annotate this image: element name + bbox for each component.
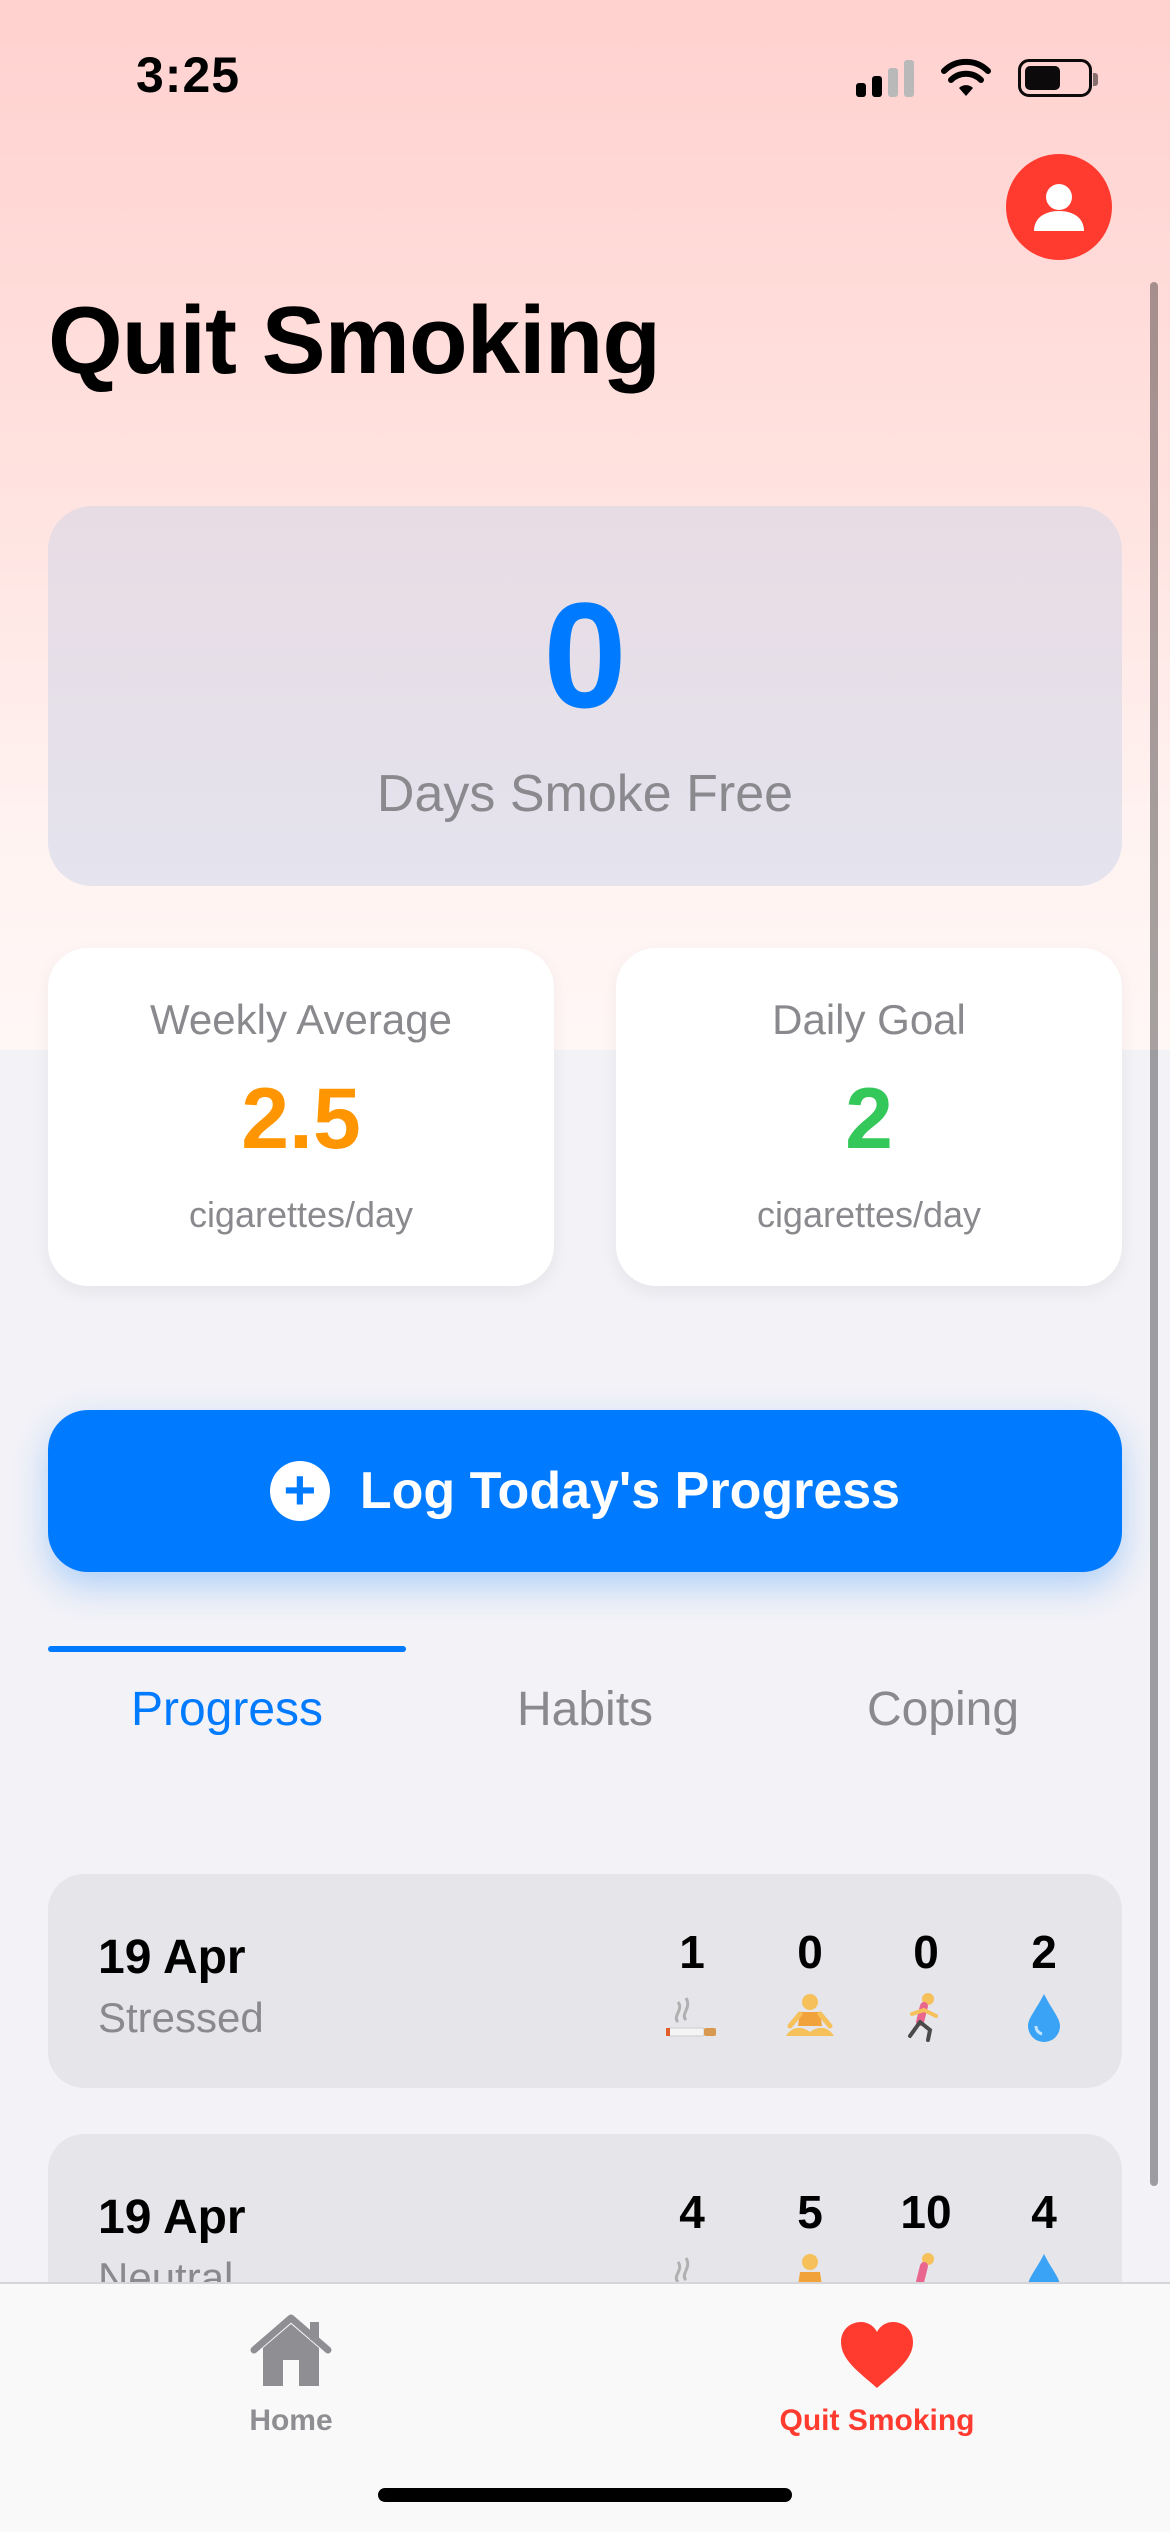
metric-value: 10 <box>900 2186 952 2238</box>
stat-title: Daily Goal <box>772 996 966 1043</box>
entry-date: 19 Apr <box>98 2191 246 2244</box>
heart-icon <box>727 2304 1027 2390</box>
tab-bar-home[interactable]: Home <box>141 2304 441 2438</box>
running-icon <box>886 1992 966 2044</box>
plus-circle-icon: + <box>269 1461 330 1521</box>
water-metric: 2 <box>1004 1926 1084 2044</box>
cigarette-icon <box>652 1992 732 2044</box>
exercise-metric: 0 <box>886 1926 966 2044</box>
cellular-signal-icon <box>856 59 914 97</box>
days-smoke-free-label: Days Smoke Free <box>376 765 794 823</box>
log-progress-button[interactable]: + Log Today's Progress <box>48 1410 1122 1572</box>
segment-tabs: Progress Habits Coping <box>48 1646 1122 1766</box>
daily-goal-card: Daily Goal 2 cigarettes/day <box>616 948 1122 1286</box>
quit-smoking-screen: 3:25 Quit Smoking 0 Days Smoke Free Week… <box>0 0 1170 2532</box>
home-indicator <box>378 2488 792 2502</box>
meditation-metric: 0 <box>770 1926 850 2044</box>
entry-date: 19 Apr <box>98 1931 246 1984</box>
metric-value: 4 <box>679 2186 705 2238</box>
stat-unit: cigarettes/day <box>188 1194 414 1235</box>
metric-value: 5 <box>797 2186 823 2238</box>
cigarettes-metric: 1 <box>652 1926 732 2044</box>
house-icon <box>141 2304 441 2390</box>
weekly-average-card: Weekly Average 2.5 cigarettes/day <box>48 948 554 1286</box>
status-time: 3:25 <box>136 47 241 103</box>
scrollbar[interactable] <box>1150 282 1158 2186</box>
tab-coping[interactable]: Coping <box>764 1646 1122 1766</box>
progress-entry[interactable]: 19 Apr Stressed 1 0 0 2 <box>48 1874 1122 2088</box>
metric-value: 1 <box>679 1926 705 1978</box>
profile-button[interactable] <box>1006 154 1112 260</box>
wifi-icon <box>941 58 991 96</box>
metric-value: 0 <box>913 1926 939 1978</box>
stat-title: Weekly Average <box>150 996 452 1043</box>
tab-bar-label: Quit Smoking <box>779 2404 975 2437</box>
metric-value: 0 <box>797 1926 823 1978</box>
person-icon <box>1034 184 1084 231</box>
entry-mood: Stressed <box>98 1994 264 2041</box>
metric-value: 4 <box>1031 2186 1057 2238</box>
metric-value: 2 <box>1031 1926 1057 1978</box>
tab-progress[interactable]: Progress <box>48 1646 406 1766</box>
stat-value: 2 <box>845 1071 893 1167</box>
tab-bar-label: Home <box>249 2404 333 2437</box>
tab-habits[interactable]: Habits <box>406 1646 764 1766</box>
stat-unit: cigarettes/day <box>756 1194 982 1235</box>
tab-bar-quit-smoking[interactable]: Quit Smoking <box>727 2304 1027 2438</box>
log-progress-label: Log Today's Progress <box>359 1462 901 1520</box>
battery-icon <box>1018 59 1098 97</box>
stat-value: 2.5 <box>241 1071 361 1167</box>
days-smoke-free-value: 0 <box>543 571 627 739</box>
status-icons <box>856 56 1098 100</box>
meditation-icon <box>770 1992 850 2044</box>
water-drop-icon <box>1004 1992 1084 2044</box>
page-title: Quit Smoking <box>48 287 661 394</box>
